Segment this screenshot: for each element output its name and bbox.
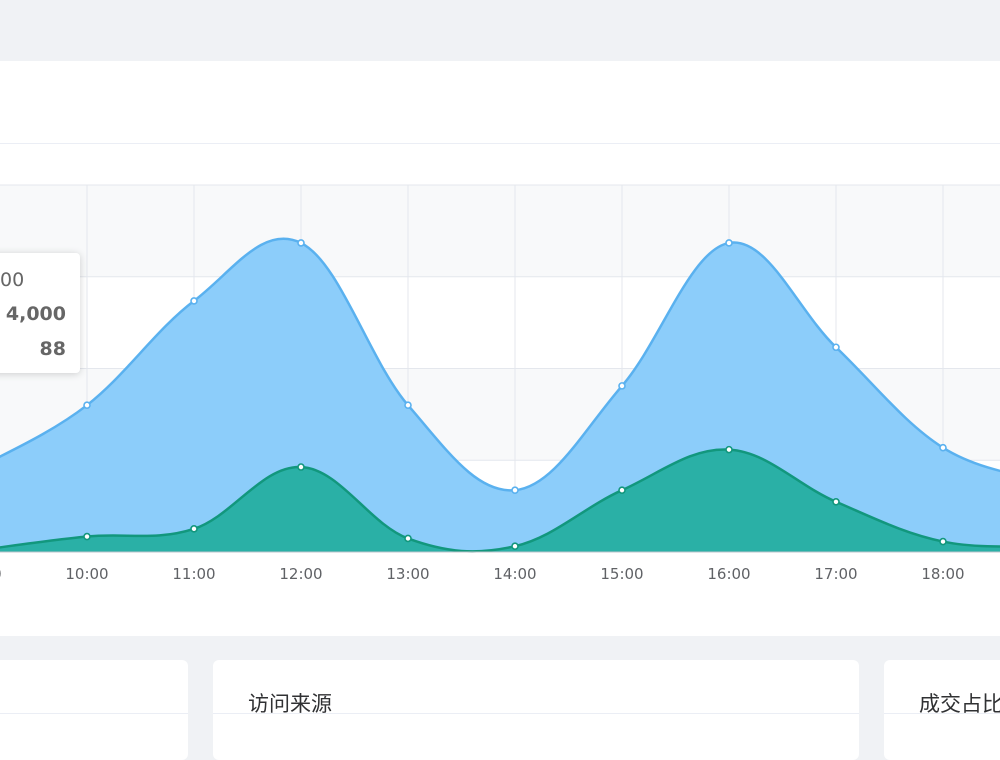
- series-2-point: [939, 537, 947, 546]
- series-1-point: [939, 443, 947, 452]
- series-2-point: [297, 463, 305, 471]
- tooltip-value-2: 88: [39, 338, 66, 360]
- panel-deal-ratio: 成交占比: [884, 660, 1000, 760]
- panel-visit-source: 访问来源: [213, 660, 859, 760]
- x-tick-label: 09:00: [0, 565, 2, 583]
- series-2-point: [404, 534, 412, 543]
- series-1-point: [190, 297, 198, 305]
- series-2-point: [618, 486, 626, 494]
- series-1-point: [725, 239, 733, 247]
- tooltip-value-1: 4,000: [5, 303, 66, 325]
- series-1-point: [832, 343, 840, 352]
- x-tick-label: 12:00: [279, 565, 322, 583]
- panel-left: [0, 660, 188, 760]
- series-2-point: [511, 542, 519, 551]
- series-2-point: [725, 445, 733, 454]
- x-tick-label: 18:00: [921, 565, 964, 583]
- series-1-point: [297, 239, 305, 247]
- grid-band: [0, 185, 1000, 277]
- x-tick-label: 14:00: [493, 565, 536, 583]
- x-tick-label: 17:00: [814, 565, 857, 583]
- series-1-point: [618, 382, 626, 390]
- x-tick-label: 11:00: [172, 565, 215, 583]
- area-chart[interactable]: 09:00 10:00 11:00 12:00 13:00 14:00 15:00 16:00…: [0, 61, 1000, 636]
- series-1-point: [404, 401, 412, 410]
- panel-divider: [213, 713, 859, 714]
- series-2-point: [83, 532, 91, 541]
- panel-divider: [884, 713, 1000, 714]
- series-2-point: [190, 525, 198, 533]
- chart-card: 09:00 10:00 11:00 12:00 13:00 14:00 15:00 16:00…: [0, 61, 1000, 636]
- panel-divider: [0, 713, 188, 714]
- x-tick-label: 10:00: [65, 565, 108, 583]
- x-tick-label: 16:00: [707, 565, 750, 583]
- chart-tooltip: 00 4,000 88: [0, 253, 80, 373]
- series-1-point: [511, 486, 519, 494]
- x-tick-label: 15:00: [600, 565, 643, 583]
- x-tick-label: 13:00: [386, 565, 429, 583]
- series-1-point: [83, 401, 91, 410]
- series-2-point: [832, 497, 840, 506]
- tooltip-time: 00: [0, 269, 25, 291]
